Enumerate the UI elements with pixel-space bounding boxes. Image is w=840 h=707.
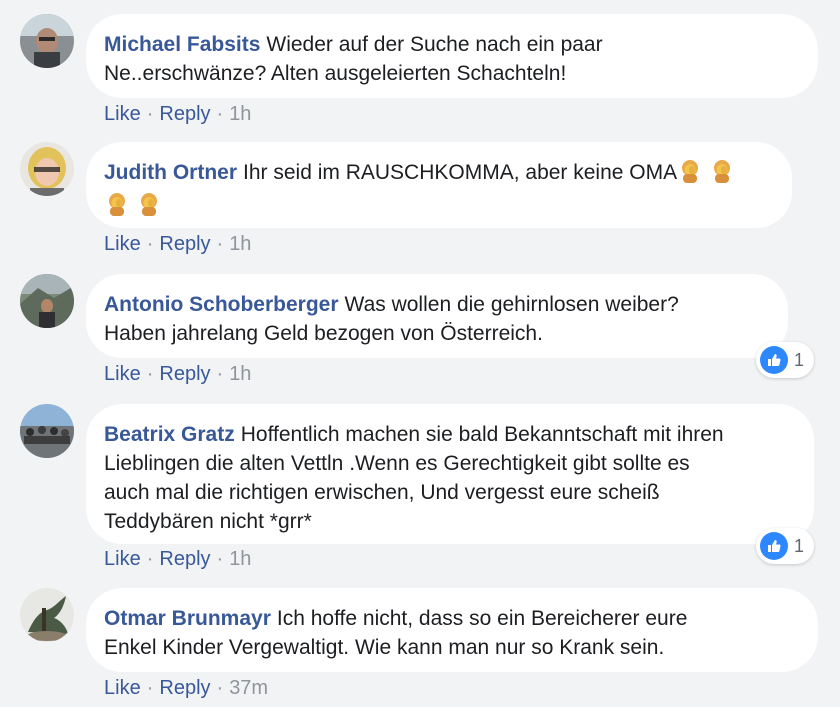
reaction-count: 1 (794, 349, 805, 370)
comment-bubble: Beatrix Gratz Hoffentlich machen sie bald… (86, 404, 814, 544)
separator: · (216, 233, 224, 255)
author-name[interactable]: Otmar Brunmayr (104, 607, 271, 630)
reaction-badge[interactable]: 1 (756, 528, 815, 564)
reply-link[interactable]: Reply (159, 103, 210, 125)
comment-bubble: Michael Fabsits Wieder auf der Suche nach… (86, 14, 818, 98)
comment-actions: Like · Reply · 1h (104, 547, 251, 571)
like-link[interactable]: Like (104, 233, 141, 255)
comment: Michael Fabsits Wieder auf der Suche nach… (0, 0, 840, 130)
separator: · (146, 677, 154, 699)
comment: Beatrix Gratz Hoffentlich machen sie bald… (0, 394, 840, 582)
reaction-count: 1 (794, 535, 805, 556)
avatar[interactable] (20, 142, 74, 196)
thumbs-up-icon (760, 346, 788, 374)
comment-text: auch mal die richtigen erwischen, Und ve… (104, 481, 660, 504)
author-name[interactable]: Judith Ortner (104, 161, 237, 184)
comment-text: Enkel Kinder Vergewaltigt. Wie kann man … (104, 636, 665, 659)
separator: · (216, 548, 224, 570)
separator: · (146, 548, 154, 570)
timestamp[interactable]: 37m (229, 677, 268, 699)
comment-text: Hoffentlich machen sie bald Bekanntschaf… (240, 423, 724, 446)
separator: · (146, 363, 154, 385)
timestamp[interactable]: 1h (229, 548, 251, 570)
timestamp[interactable]: 1h (229, 363, 251, 385)
author-name[interactable]: Antonio Schoberberger (104, 293, 339, 316)
reply-link[interactable]: Reply (159, 548, 210, 570)
woman-facepalming-emoji (137, 192, 161, 224)
reply-link[interactable]: Reply (159, 677, 210, 699)
avatar[interactable] (20, 588, 74, 642)
woman-facepalming-emoji (105, 192, 129, 224)
avatar[interactable] (20, 274, 74, 328)
comment-text: Lieblingen die alten Vettln .Wenn es Ger… (104, 452, 690, 475)
comment-bubble: Judith Ortner Ihr seid im RAUSCHKOMMA, ab… (86, 142, 792, 228)
comment-text: Was wollen die gehirnlosen weiber? (344, 293, 679, 316)
comment: Antonio Schoberberger Was wollen die gehi… (0, 262, 840, 394)
comment: Judith Ortner Ihr seid im RAUSCHKOMMA, ab… (0, 130, 840, 262)
timestamp[interactable]: 1h (229, 103, 251, 125)
comment-text: Haben jahrelang Geld bezogen von Österre… (104, 322, 543, 345)
comment-text: Ich hoffe nicht, dass so ein Bereicherer… (276, 607, 688, 630)
separator: · (216, 363, 224, 385)
like-link[interactable]: Like (104, 103, 141, 125)
thumbs-up-icon (760, 532, 788, 560)
separator: · (216, 677, 224, 699)
separator: · (216, 103, 224, 125)
comment-actions: Like · Reply · 37m (104, 676, 268, 700)
separator: · (146, 103, 154, 125)
woman-facepalming-emoji (678, 159, 702, 191)
avatar[interactable] (20, 14, 74, 68)
like-link[interactable]: Like (104, 548, 141, 570)
separator: · (146, 233, 154, 255)
woman-facepalming-emoji (710, 159, 734, 191)
reply-link[interactable]: Reply (159, 233, 210, 255)
comment-text: Ne..erschwänze? Alten ausgeleierten Scha… (104, 62, 567, 85)
comment-text: Teddybären nicht *grr* (104, 510, 312, 533)
reply-link[interactable]: Reply (159, 363, 210, 385)
timestamp[interactable]: 1h (229, 233, 251, 255)
comment-actions: Like · Reply · 1h (104, 232, 251, 256)
comment-text: Wieder auf der Suche nach ein paar (266, 33, 603, 56)
comment-actions: Like · Reply · 1h (104, 102, 251, 126)
comment-bubble: Otmar Brunmayr Ich hoffe nicht, dass so e… (86, 588, 818, 672)
comment-bubble: Antonio Schoberberger Was wollen die gehi… (86, 274, 788, 358)
author-name[interactable]: Michael Fabsits (104, 33, 260, 56)
comment-actions: Like · Reply · 1h (104, 362, 251, 386)
author-name[interactable]: Beatrix Gratz (104, 423, 235, 446)
like-link[interactable]: Like (104, 677, 141, 699)
like-link[interactable]: Like (104, 363, 141, 385)
reaction-badge[interactable]: 1 (756, 342, 815, 378)
comment: Otmar Brunmayr Ich hoffe nicht, dass so e… (0, 582, 840, 707)
comment-text: Ihr seid im RAUSCHKOMMA, aber keine OMA (243, 161, 678, 184)
avatar[interactable] (20, 404, 74, 458)
